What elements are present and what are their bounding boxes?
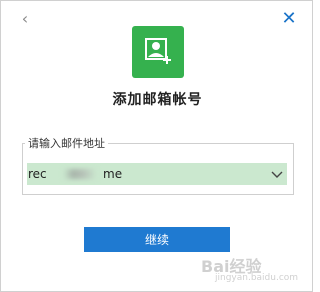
email-value-prefix: rec bbox=[28, 167, 47, 181]
chevron-down-icon[interactable] bbox=[271, 168, 283, 180]
email-value-suffix: me bbox=[103, 167, 123, 181]
close-button[interactable]: ✕ bbox=[280, 9, 298, 29]
redacted-text bbox=[63, 169, 97, 179]
chevron-left-icon: ‹ bbox=[21, 9, 29, 28]
watermark: Bai经验 jingyan.baidu.com bbox=[199, 251, 311, 291]
email-field[interactable]: rec me bbox=[27, 163, 287, 185]
dialog-title: 添加邮箱帐号 bbox=[112, 92, 203, 108]
email-field-label: 请输入邮件地址 bbox=[25, 135, 108, 151]
back-button[interactable]: ‹ bbox=[17, 9, 33, 29]
continue-button[interactable]: 继续 bbox=[84, 227, 230, 252]
dialog-window: ‹ ✕ 添加邮箱帐号 请输入邮件地址 rec me 继续 Bai经验 jingy… bbox=[0, 0, 313, 292]
close-icon: ✕ bbox=[281, 8, 297, 29]
add-user-icon bbox=[132, 26, 184, 78]
watermark-subtext: jingyan.baidu.com bbox=[215, 273, 299, 283]
